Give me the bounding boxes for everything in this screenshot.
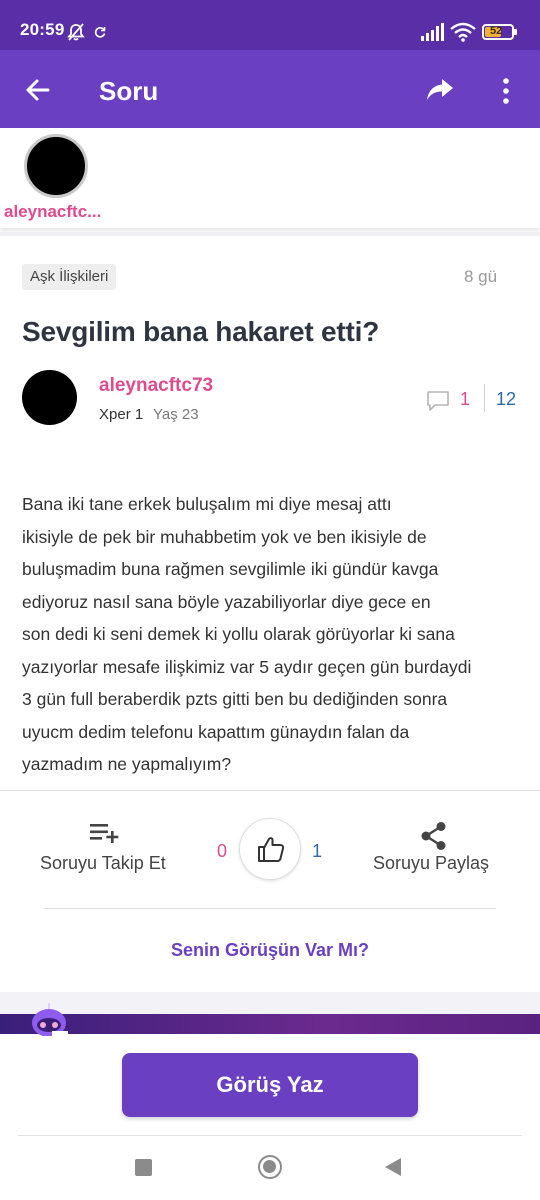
wifi-icon [450,22,476,42]
author-level: Xper 1 [99,406,144,423]
question-title: Sevgilim bana hakaret etti? [22,316,380,347]
battery-level: 52 [490,25,503,37]
comment-icon [427,391,449,411]
body-line: Bana iki tane erkek buluşalım mi diye me… [22,494,392,514]
body-line: ikisiyle de pek bir muhabbetim yok ve be… [22,526,427,547]
nav-back-icon[interactable] [385,1158,401,1176]
question-body: Bana iki tane erkek buluşalım mi diye me… [22,488,522,781]
view-count: 12 [496,389,517,409]
divider [18,1135,522,1136]
bell-off-icon [67,23,85,41]
body-line: 3 gün full beraberdik pzts gitti ben bu … [22,689,448,709]
sync-icon [94,27,106,38]
like-count: 1 [312,841,323,861]
author-age: Yaş 23 [153,406,199,423]
follow-question-button[interactable]: Soruyu Takip Et [40,853,166,874]
playlist-add-icon[interactable] [90,822,120,844]
more-vert-icon[interactable] [499,77,513,105]
battery-icon: 52 [482,24,517,40]
question-page: 20:59 52 Soru aleynacftc... Aşk İlişkile… [0,0,540,1200]
follower-username[interactable]: aleynacftc... [4,202,101,222]
followers-strip: aleynacftc... [0,128,540,228]
mascot-icon [32,1003,68,1037]
recent-apps-icon[interactable] [135,1159,152,1176]
thumbs-up-icon [258,837,285,862]
category-badge[interactable]: Aşk İlişkileri [22,264,117,290]
avatar[interactable] [24,134,88,198]
section-divider [0,232,540,236]
body-line: son dedi ki seni demek ki yollu olarak g… [22,624,455,644]
question-age: 8 gü [464,267,498,286]
body-line: yazmadım ne yapmalıyım? [22,754,232,774]
page-title: Soru [99,76,159,106]
share-arrow-icon[interactable] [426,77,454,103]
body-line: yazıyorlar mesafe ilişkimiz var 5 aydır … [22,656,472,677]
spacer-band [0,992,540,1014]
divider [0,790,540,791]
divider [44,908,496,909]
home-icon[interactable] [258,1155,282,1179]
body-line: ediyoruz nasıl sana böyle yazabiliyorlar… [22,591,431,612]
like-button[interactable] [239,818,301,880]
author-name[interactable]: aleynacftc73 [99,375,213,397]
stats-separator [484,384,485,412]
share-nodes-icon[interactable] [420,821,448,851]
comment-count: 1 [460,389,471,409]
write-opinion-button[interactable]: Görüş Yaz [122,1053,418,1117]
back-arrow-icon[interactable] [24,76,52,104]
opinion-prompt-link[interactable]: Senin Görüşün Var Mı? [0,940,540,961]
body-line: uyucm dedim telefonu kapattım günaydın f… [22,721,410,742]
share-question-button[interactable]: Soruyu Paylaş [373,853,489,874]
status-bar: 20:59 52 [0,0,540,50]
app-bar: Soru [0,50,540,128]
author-avatar[interactable] [22,370,77,425]
body-line: buluşmadim buna rağmen sevgilimle iki gü… [22,559,439,579]
signal-icon [421,23,444,41]
status-time: 20:59 [20,20,65,39]
promo-banner[interactable] [0,1014,540,1034]
dislike-count: 0 [217,841,228,861]
